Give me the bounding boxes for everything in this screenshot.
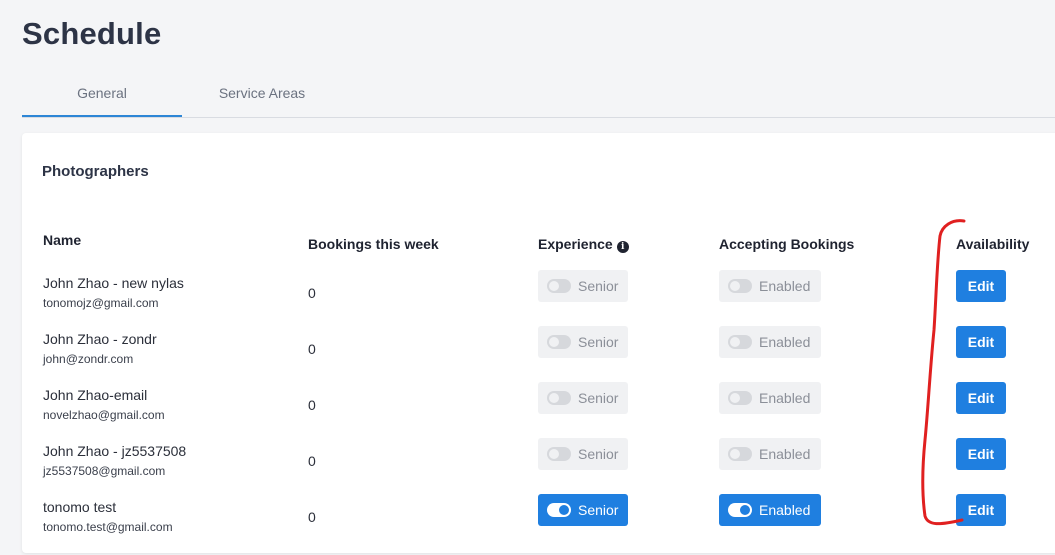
photographer-email: tonomo.test@gmail.com: [43, 520, 173, 534]
experience-toggle[interactable]: Senior: [538, 494, 628, 526]
table-row: John Zhao - new nylas tonomojz@gmail.com 0…: [22, 270, 1055, 331]
photographer-name: John Zhao-email: [43, 387, 148, 403]
photographer-email: jz5537508@gmail.com: [43, 464, 166, 478]
photographer-email: novelzhao@gmail.com: [43, 408, 165, 422]
experience-toggle-label: Senior: [578, 278, 619, 294]
edit-availability-button[interactable]: Edit: [956, 438, 1006, 470]
accepting-toggle-label: Enabled: [759, 278, 811, 294]
edit-availability-button[interactable]: Edit: [956, 326, 1006, 358]
edit-availability-button[interactable]: Edit: [956, 382, 1006, 414]
toggle-switch-icon: [728, 447, 752, 461]
experience-toggle[interactable]: Senior: [538, 438, 628, 470]
bookings-count: 0: [308, 397, 316, 413]
toggle-switch-icon: [547, 335, 571, 349]
tab-service-areas[interactable]: Service Areas: [182, 77, 342, 117]
accepting-bookings-toggle[interactable]: Enabled: [719, 382, 821, 414]
photographer-cell: John Zhao-email novelzhao@gmail.com: [43, 387, 165, 422]
table-row: tonomo test tonomo.test@gmail.com 0 Senior E…: [22, 494, 1055, 555]
tab-bar: General Service Areas: [22, 77, 1055, 118]
experience-header-label: Experience: [538, 236, 613, 252]
toggle-switch-icon: [728, 391, 752, 405]
edit-availability-button[interactable]: Edit: [956, 270, 1006, 302]
accepting-toggle-label: Enabled: [759, 390, 811, 406]
photographer-cell: John Zhao - new nylas tonomojz@gmail.com: [43, 275, 184, 310]
experience-toggle-label: Senior: [578, 390, 619, 406]
toggle-switch-icon: [547, 391, 571, 405]
photographer-name: John Zhao - new nylas: [43, 275, 184, 291]
section-title: Photographers: [42, 163, 149, 180]
accepting-toggle-label: Enabled: [759, 334, 811, 350]
toggle-switch-icon: [728, 279, 752, 293]
bookings-count: 0: [308, 341, 316, 357]
bookings-count: 0: [308, 509, 316, 525]
column-header-accepting: Accepting Bookings: [719, 236, 855, 252]
accepting-bookings-toggle[interactable]: Enabled: [719, 494, 821, 526]
toggle-switch-icon: [728, 503, 752, 517]
experience-toggle-label: Senior: [578, 446, 619, 462]
table-row: John Zhao - zondr john@zondr.com 0 Senior En…: [22, 326, 1055, 387]
accepting-toggle-label: Enabled: [759, 446, 811, 462]
bookings-count: 0: [308, 453, 316, 469]
tab-general[interactable]: General: [22, 77, 182, 117]
photographer-cell: John Zhao - zondr john@zondr.com: [43, 331, 157, 366]
page-title: Schedule: [22, 16, 162, 51]
photographers-card: Photographers Name Bookings this week Ex…: [22, 133, 1055, 553]
experience-toggle[interactable]: Senior: [538, 326, 628, 358]
photographer-cell: tonomo test tonomo.test@gmail.com: [43, 499, 173, 534]
experience-toggle-label: Senior: [578, 334, 619, 350]
photographer-cell: John Zhao - jz5537508 jz5537508@gmail.com: [43, 443, 186, 478]
table-row: John Zhao-email novelzhao@gmail.com 0 Senio…: [22, 382, 1055, 443]
photographer-name: John Zhao - zondr: [43, 331, 157, 347]
toggle-switch-icon: [728, 335, 752, 349]
bookings-count: 0: [308, 285, 316, 301]
accepting-bookings-toggle[interactable]: Enabled: [719, 438, 821, 470]
photographer-name: John Zhao - jz5537508: [43, 443, 187, 459]
photographer-email: john@zondr.com: [43, 352, 134, 366]
toggle-switch-icon: [547, 503, 571, 517]
column-header-bookings: Bookings this week: [308, 236, 439, 252]
accepting-bookings-toggle[interactable]: Enabled: [719, 326, 821, 358]
photographer-email: tonomojz@gmail.com: [43, 296, 159, 310]
photographer-name: tonomo test: [43, 499, 117, 515]
toggle-switch-icon: [547, 447, 571, 461]
info-icon[interactable]: i: [616, 241, 629, 253]
table-row: John Zhao - jz5537508 jz5537508@gmail.com…: [22, 438, 1055, 499]
edit-availability-button[interactable]: Edit: [956, 494, 1006, 526]
experience-toggle[interactable]: Senior: [538, 382, 628, 414]
toggle-switch-icon: [547, 279, 571, 293]
accepting-bookings-toggle[interactable]: Enabled: [719, 270, 821, 302]
column-header-name: Name: [43, 232, 82, 248]
column-header-experience: Experience i: [538, 236, 629, 253]
column-header-availability: Availability: [956, 236, 1030, 252]
experience-toggle[interactable]: Senior: [538, 270, 628, 302]
experience-toggle-label: Senior: [578, 502, 619, 518]
accepting-toggle-label: Enabled: [759, 502, 811, 518]
